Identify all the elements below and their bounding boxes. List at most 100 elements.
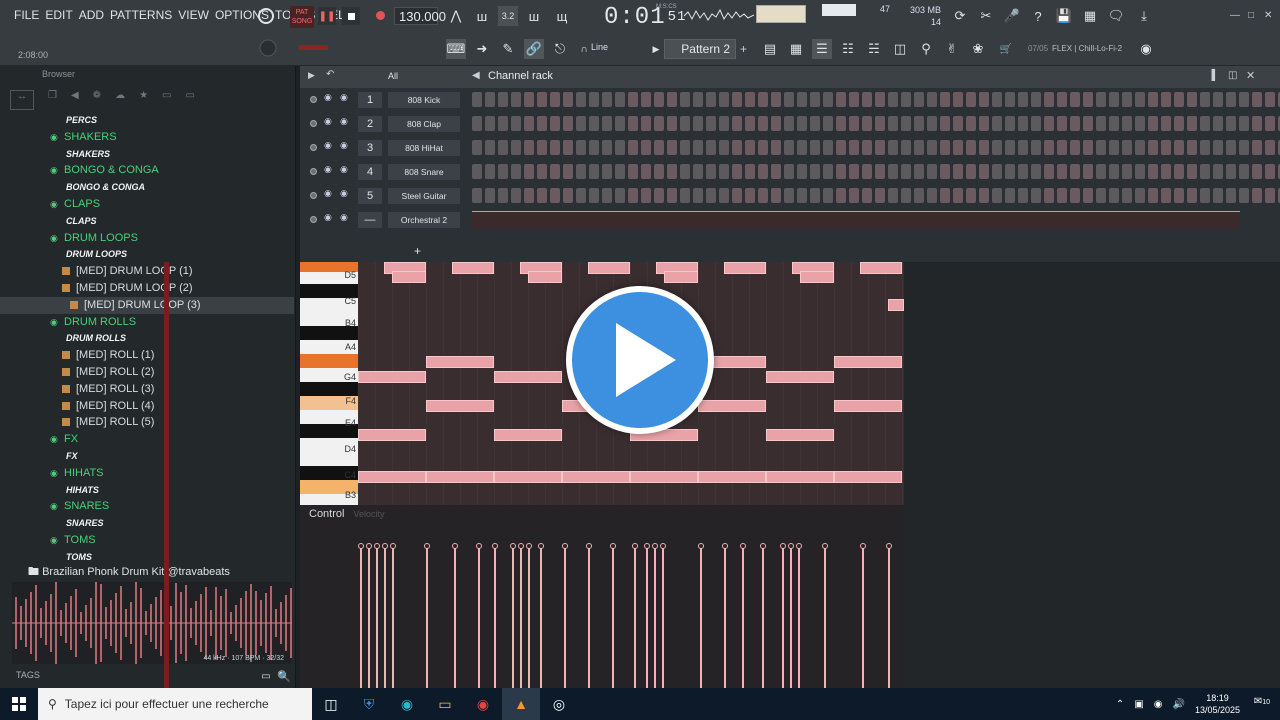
velocity-bar[interactable] [646,548,648,688]
step-button[interactable] [589,164,599,179]
step-button[interactable] [654,188,664,203]
velocity-bar[interactable] [790,548,792,688]
step-button[interactable] [667,116,677,131]
taskbar-search[interactable]: ⚲ Tapez ici pour effectuer une recherche [38,688,312,720]
browser-plugin-icon[interactable]: ❁ [93,90,101,110]
velocity-handle[interactable] [424,543,430,549]
channel-volume-knob[interactable]: ◉ [340,188,348,199]
step-button[interactable] [927,116,937,131]
step-button[interactable] [1005,140,1015,155]
step-button[interactable] [745,140,755,155]
video-play-button[interactable] [566,286,714,434]
velocity-handle[interactable] [358,543,364,549]
tray-display-icon[interactable]: ▣ [1134,699,1143,710]
step-button[interactable] [667,164,677,179]
step-button[interactable] [732,164,742,179]
channel-volume-knob[interactable]: ◉ [340,140,348,151]
step-button[interactable] [667,92,677,107]
channel-row[interactable]: ◉ ◉ 5 Steel Guitar [306,185,1280,207]
link-icon[interactable]: 🔗 [524,39,544,59]
velocity-bar[interactable] [392,548,394,688]
velocity-handle[interactable] [382,543,388,549]
step-button[interactable] [628,92,638,107]
browser-file[interactable]: [MED] ROLL (3) [0,381,294,398]
step-button[interactable] [1213,188,1223,203]
step-button[interactable] [1018,116,1028,131]
step-button[interactable] [888,92,898,107]
step-button[interactable] [1265,92,1275,107]
step-button[interactable] [1252,140,1262,155]
channel-pan-knob[interactable]: ◉ [324,164,332,175]
browser-file[interactable]: [MED] DRUM LOOP (1) [0,263,294,280]
step-button[interactable] [1187,140,1197,155]
step-button[interactable] [797,188,807,203]
step-button[interactable] [641,188,651,203]
browser-subfolder[interactable]: CLAPS [0,213,294,230]
step-button[interactable] [1135,116,1145,131]
channel-name[interactable]: 808 Snare [388,164,460,180]
step-button[interactable] [576,188,586,203]
step-button[interactable] [1044,116,1054,131]
step-button[interactable] [823,188,833,203]
step-button[interactable] [550,92,560,107]
step-button[interactable] [498,164,508,179]
pencil-icon[interactable]: ✎ [498,39,518,59]
velocity-handle[interactable] [538,543,544,549]
step-button[interactable] [953,188,963,203]
step-button[interactable] [784,116,794,131]
midi-note[interactable] [630,471,698,483]
channel-pan-knob[interactable]: ◉ [324,188,332,199]
step-button[interactable] [511,92,521,107]
step-button[interactable] [875,164,885,179]
step-button[interactable] [706,92,716,107]
step-button[interactable] [1031,116,1041,131]
step-button[interactable] [472,140,482,155]
step-button[interactable] [563,140,573,155]
step-button[interactable] [719,188,729,203]
step-button[interactable] [1265,140,1275,155]
step-button[interactable] [1005,116,1015,131]
channel-row[interactable]: ◉ ◉ 3 808 HiHat [306,137,1280,159]
obs-icon[interactable]: ◎ [540,688,578,720]
step-button[interactable] [537,188,547,203]
step-button[interactable] [1044,164,1054,179]
velocity-handle[interactable] [476,543,482,549]
step-button[interactable] [732,116,742,131]
step-button[interactable] [511,188,521,203]
step-button[interactable] [992,92,1002,107]
midi-note[interactable] [588,262,630,274]
midi-note[interactable] [834,400,902,412]
microphone-icon[interactable]: 🎤 [1002,6,1022,26]
step-button[interactable] [498,116,508,131]
step-button[interactable] [693,140,703,155]
step-button[interactable] [1109,188,1119,203]
velocity-handle[interactable] [822,543,828,549]
channel-number[interactable]: 2 [358,116,382,132]
browser-subfolder[interactable]: BONGO & CONGA [0,179,294,196]
step-button[interactable] [862,188,872,203]
step-button[interactable] [1265,188,1275,203]
channel-name[interactable]: Steel Guitar [388,188,460,204]
step-button[interactable] [771,92,781,107]
step-button[interactable] [836,92,846,107]
velocity-bar[interactable] [520,548,522,688]
velocity-bar[interactable] [742,548,744,688]
fl-studio-icon[interactable]: ▲ [502,688,540,720]
step-button[interactable] [901,116,911,131]
browser-folder-icon[interactable]: ▭ [162,90,171,110]
step-button[interactable] [602,164,612,179]
step-button[interactable] [1122,188,1132,203]
step-button[interactable] [836,140,846,155]
step-button[interactable] [1239,116,1249,131]
midi-note[interactable] [358,429,426,441]
velocity-handle[interactable] [452,543,458,549]
velocity-bar[interactable] [798,548,800,688]
step-button[interactable] [966,116,976,131]
step-button[interactable] [1226,92,1236,107]
step-button[interactable] [628,164,638,179]
step-button[interactable] [1135,188,1145,203]
midi-note[interactable] [724,262,766,274]
undo-history-icon[interactable]: ⟳ [950,6,970,26]
step-button[interactable] [810,92,820,107]
step-button[interactable] [1135,92,1145,107]
